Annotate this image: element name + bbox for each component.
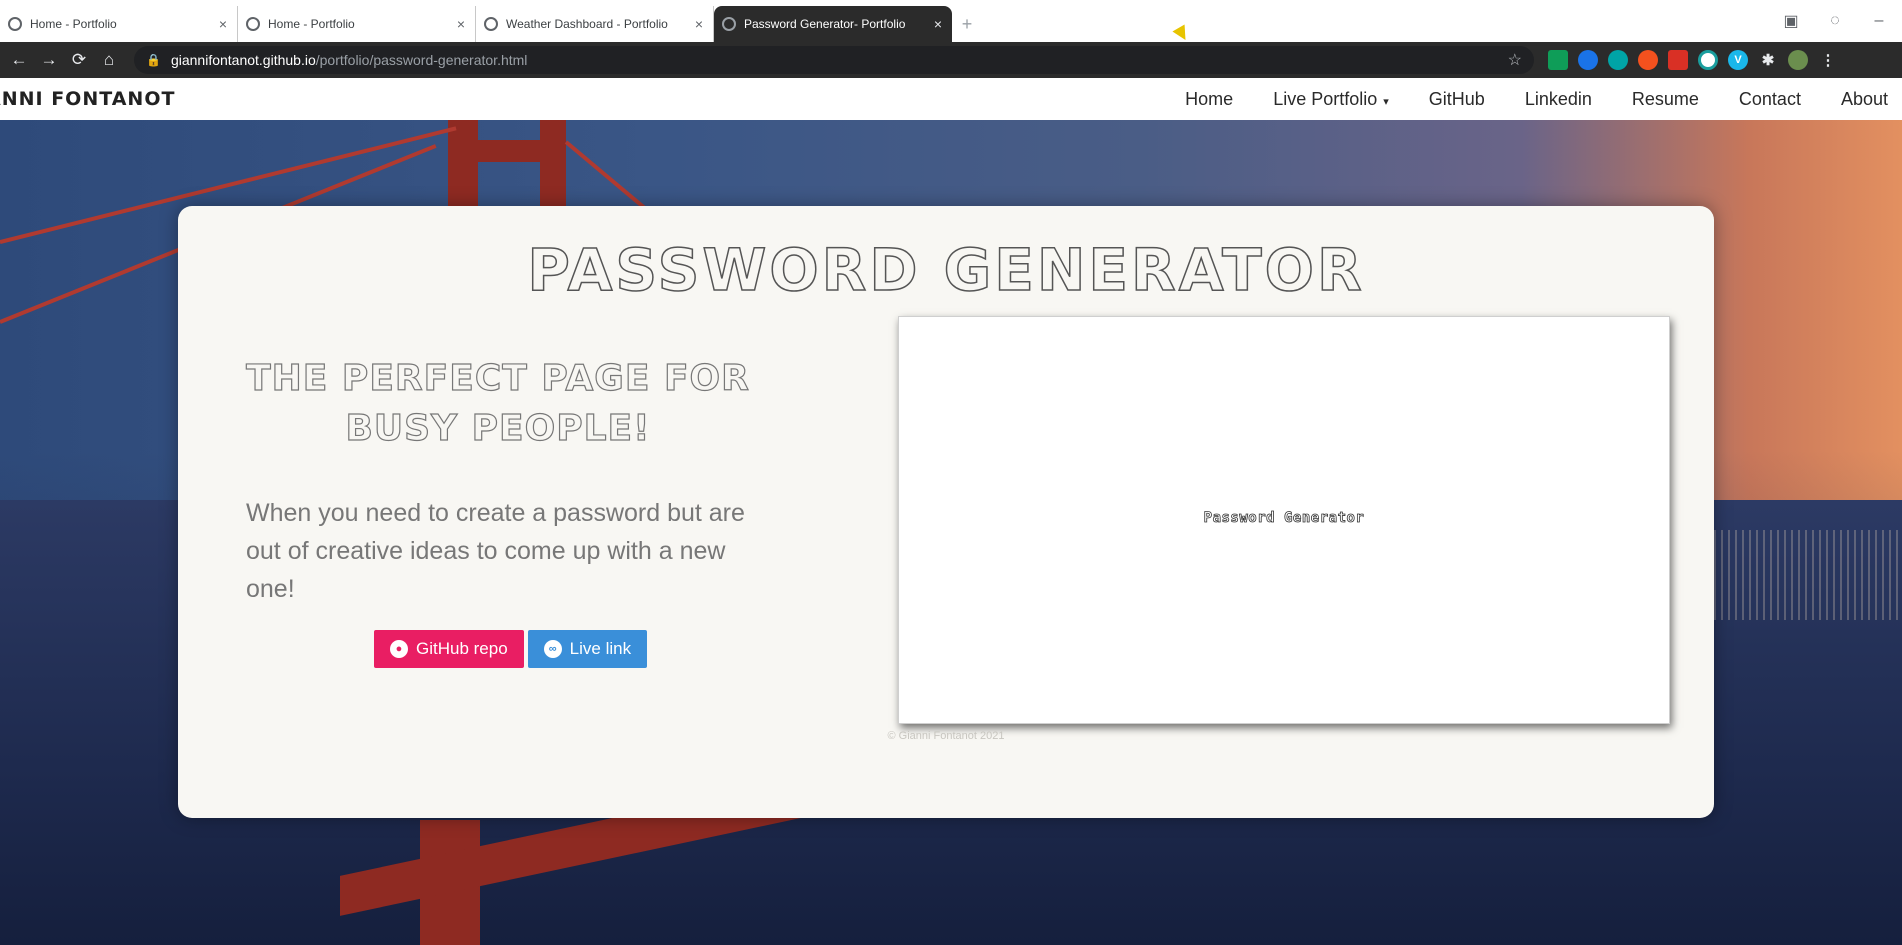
nav-linkedin[interactable]: Linkedin [1525, 89, 1592, 110]
project-description: When you need to create a password but a… [246, 499, 745, 603]
nav-github[interactable]: GitHub [1429, 89, 1485, 110]
github-repo-button[interactable]: ● GitHub repo [374, 630, 524, 668]
avatar[interactable] [1788, 50, 1808, 70]
puzzle-icon[interactable]: ✱ [1758, 50, 1778, 70]
media-control-icon[interactable]: ◌ [1828, 12, 1842, 29]
browser-tab[interactable]: Weather Dashboard - Portfolio × [476, 6, 714, 42]
project-card: PASSWORD GENERATOR THE PERFECT PAGE FOR … [178, 206, 1714, 818]
browser-tab-bar: Home - Portfolio × Home - Portfolio × We… [0, 0, 1902, 42]
sheets-extension-icon[interactable] [1548, 50, 1568, 70]
nav-resume[interactable]: Resume [1632, 89, 1699, 110]
preview-label: Password Generator [1203, 510, 1365, 527]
browser-tab[interactable]: Home - Portfolio × [238, 6, 476, 42]
globe-icon [484, 17, 498, 31]
url-host: giannifontanot.github.io [170, 52, 316, 68]
button-row: ● GitHub repo ∞ Live link [374, 630, 648, 668]
live-link-button[interactable]: ∞ Live link [527, 630, 648, 668]
edge-extension-icon[interactable] [1608, 50, 1628, 70]
menu-icon[interactable]: ⋮ [1818, 50, 1838, 70]
globe-icon [8, 17, 22, 31]
tab-title: Password Generator- Portfolio [744, 17, 906, 31]
globe-icon [722, 17, 736, 31]
address-bar[interactable]: 🔒 giannifontanot.github.io /portfolio/pa… [134, 46, 1534, 74]
bookmark-star-icon[interactable]: ☆ [1508, 50, 1522, 70]
extensions-area: V ✱ ⋮ [1548, 50, 1838, 70]
close-icon[interactable]: × [219, 16, 227, 32]
circle-extension-icon[interactable] [1698, 50, 1718, 70]
site-brand[interactable]: ANNI FONTANOT [0, 88, 175, 110]
site-navbar: ANNI FONTANOT Home Live Portfolio ▾ GitHu… [0, 78, 1902, 120]
browser-toolbar: ← → ⟳ ⌂ 🔒 giannifontanot.github.io /port… [0, 42, 1902, 78]
nav-contact[interactable]: Contact [1739, 89, 1801, 110]
nav-live-portfolio-label: Live Portfolio [1273, 88, 1378, 109]
nav-about[interactable]: About [1841, 89, 1888, 110]
minimize-icon[interactable]: – [1872, 12, 1886, 29]
footer-copyright: © Gianni Fontanot 2021 [887, 730, 1005, 742]
globe-icon [246, 17, 260, 31]
bridge-tower-beam [448, 140, 566, 162]
close-icon[interactable]: × [934, 16, 942, 32]
flag-extension-icon[interactable] [1668, 50, 1688, 70]
tagline: THE PERFECT PAGE FOR BUSY PEOPLE! [246, 357, 750, 449]
browser-tab[interactable]: Home - Portfolio × [0, 6, 238, 42]
new-tab-button[interactable]: + [952, 6, 982, 42]
github-icon: ● [390, 640, 408, 658]
close-icon[interactable]: × [695, 16, 703, 32]
profile-icon[interactable]: ▣ [1783, 13, 1798, 30]
back-arrow-icon[interactable]: ← [4, 45, 34, 75]
window-controls: ▣ ◌ – [1783, 0, 1902, 42]
forward-arrow-icon[interactable]: → [34, 45, 64, 75]
city-lights [1700, 530, 1902, 620]
nav-links: Home Live Portfolio ▾ GitHub Linkedin Res… [1185, 89, 1902, 110]
browser-tab-active[interactable]: Password Generator- Portfolio × [714, 6, 952, 42]
link-icon: ∞ [543, 640, 562, 658]
reload-icon[interactable]: ⟳ [64, 45, 94, 75]
home-icon[interactable]: ⌂ [94, 45, 124, 75]
caret-down-icon: ▾ [1383, 95, 1389, 108]
page-title: PASSWORD GENERATOR [527, 235, 1365, 305]
close-icon[interactable]: × [457, 16, 465, 32]
tab-title: Weather Dashboard - Portfolio [506, 17, 668, 31]
tab-title: Home - Portfolio [268, 17, 355, 31]
tab-title: Home - Portfolio [30, 17, 117, 31]
lock-icon: 🔒 [146, 53, 161, 67]
nav-live-portfolio[interactable]: Live Portfolio ▾ [1273, 89, 1389, 110]
url-path: /portfolio/password-generator.html [315, 52, 528, 68]
vimeo-extension-icon[interactable]: V [1728, 50, 1748, 70]
live-link-label: Live link [569, 639, 632, 658]
color-extension-icon[interactable] [1638, 50, 1658, 70]
pin-extension-icon[interactable] [1578, 50, 1598, 70]
github-repo-label: GitHub repo [416, 639, 508, 658]
nav-home[interactable]: Home [1185, 89, 1233, 110]
project-preview[interactable]: Password Generator [898, 316, 1670, 724]
